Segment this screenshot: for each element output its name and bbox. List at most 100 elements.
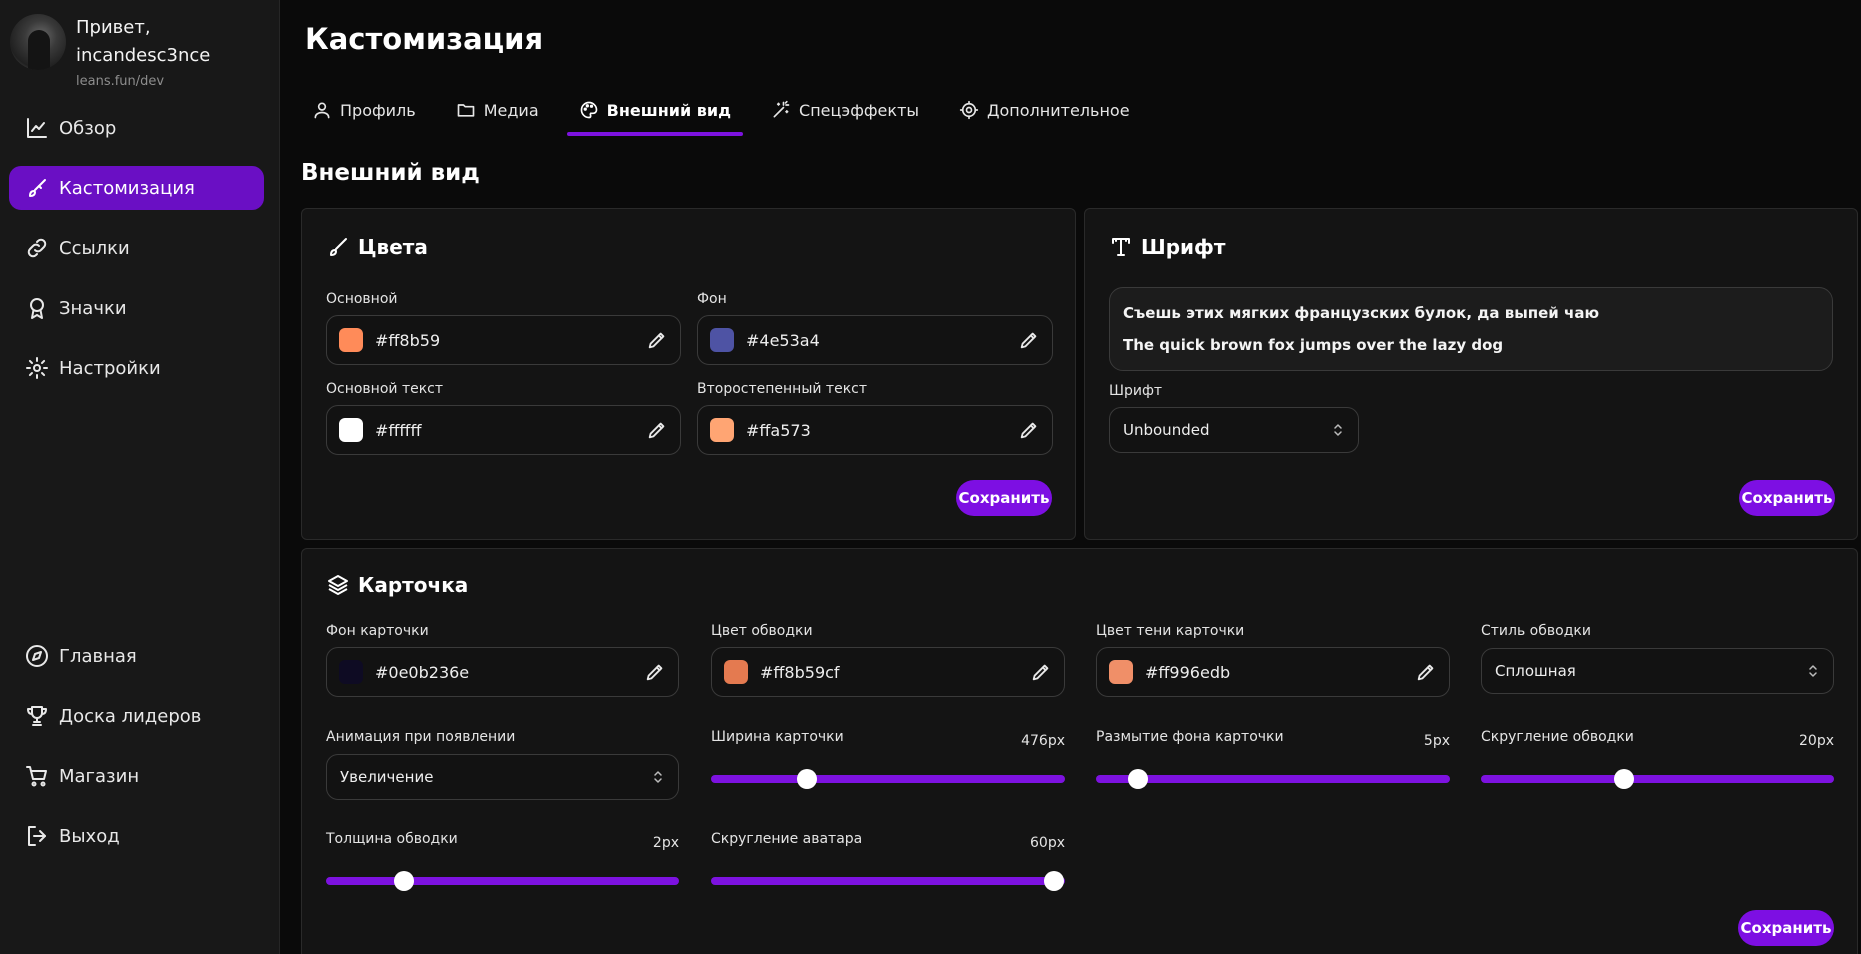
avatar-radius-slider[interactable] (711, 871, 1065, 891)
tab-media[interactable]: Медиа (444, 90, 551, 136)
chevron-up-down-icon (1330, 422, 1346, 438)
brush-icon (326, 235, 350, 259)
card-bg-color-field[interactable]: #0e0b236e (326, 647, 679, 697)
save-colors-button[interactable]: Сохранить (956, 480, 1052, 516)
sidebar-item-settings[interactable]: Настройки (9, 346, 264, 390)
tab-profile[interactable]: Профиль (300, 90, 428, 136)
border-style-label: Стиль обводки (1481, 623, 1591, 639)
color-swatch[interactable] (339, 418, 363, 442)
border-color-field[interactable]: #ff8b59cf (711, 647, 1065, 697)
username: incandesc3nce (76, 45, 211, 66)
greeting: Привет, (76, 17, 151, 38)
primary-text-color-label: Основной текст (326, 381, 444, 397)
pencil-icon[interactable] (1018, 329, 1040, 351)
slider-thumb[interactable] (1128, 769, 1149, 789)
background-color-field[interactable]: #4e53a4 (697, 315, 1053, 365)
pencil-icon[interactable] (1030, 661, 1052, 683)
bg-blur-slider[interactable] (1096, 769, 1450, 789)
tab-appearance[interactable]: Внешний вид (566, 90, 744, 136)
border-style-select[interactable]: Сплошная (1481, 648, 1834, 694)
sidebar-item-links[interactable]: Ссылки (9, 226, 264, 270)
font-select[interactable]: Unbounded (1109, 407, 1359, 453)
pencil-icon[interactable] (644, 661, 666, 683)
card-title-text: Карточка (358, 573, 469, 597)
cart-icon (25, 764, 49, 788)
profile-url[interactable]: leans.fun/dev (76, 74, 210, 89)
color-swatch[interactable] (339, 328, 363, 352)
card-width-slider[interactable] (711, 769, 1065, 789)
border-style-value: Сплошная (1495, 662, 1576, 680)
border-width-slider[interactable] (326, 871, 679, 891)
border-width-label: Толщина обводки (326, 831, 458, 847)
text-type-icon (1109, 235, 1133, 259)
avatar-radius-value: 60px (1030, 835, 1065, 851)
color-swatch[interactable] (339, 660, 363, 684)
slider-thumb[interactable] (1044, 871, 1065, 891)
sidebar-item-badges[interactable]: Значки (9, 286, 264, 330)
font-preview-ru: Съешь этих мягких французских булок, да … (1123, 304, 1600, 322)
sidebar-item-home[interactable]: Главная (9, 634, 264, 678)
color-hex-value: #ff8b59cf (760, 662, 840, 682)
sidebar-item-label: Обзор (59, 117, 117, 139)
pencil-icon[interactable] (646, 329, 668, 351)
font-card: Шрифт Съешь этих мягких французских було… (1084, 208, 1858, 540)
border-radius-slider[interactable] (1481, 769, 1834, 789)
tab-label: Дополнительное (987, 100, 1130, 120)
sidebar-item-logout[interactable]: Выход (9, 814, 264, 858)
color-swatch[interactable] (724, 660, 748, 684)
trophy-icon (25, 704, 49, 728)
animation-select[interactable]: Увеличение (326, 754, 679, 800)
save-font-button[interactable]: Сохранить (1739, 480, 1835, 516)
folder-icon (456, 100, 476, 120)
primary-color-label: Основной (326, 291, 398, 307)
primary-text-color-field[interactable]: #ffffff (326, 405, 681, 455)
sidebar-item-label: Доска лидеров (59, 705, 202, 727)
chevron-up-down-icon (650, 769, 666, 785)
secondary-text-color-field[interactable]: #ffa573 (697, 405, 1053, 455)
sidebar-item-customization[interactable]: Кастомизация (9, 166, 264, 210)
compass-icon (25, 644, 49, 668)
border-width-value: 2px (652, 835, 679, 851)
slider-thumb[interactable] (796, 769, 817, 789)
card-title: Шрифт (1109, 235, 1225, 259)
avatar[interactable] (10, 14, 66, 70)
sidebar-item-leaderboard[interactable]: Доска лидеров (9, 694, 264, 738)
pencil-icon[interactable] (1018, 419, 1040, 441)
slider-thumb[interactable] (1613, 769, 1634, 789)
save-card-button[interactable]: Сохранить (1738, 910, 1834, 946)
shadow-color-label: Цвет тени карточки (1096, 623, 1245, 639)
tab-effects[interactable]: Спецэффекты (759, 90, 931, 136)
chart-icon (25, 116, 49, 140)
font-select-label: Шрифт (1109, 383, 1163, 399)
tab-label: Спецэффекты (799, 100, 920, 120)
pencil-icon[interactable] (1415, 661, 1437, 683)
sidebar-item-shop[interactable]: Магазин (9, 754, 264, 798)
sidebar-item-label: Магазин (59, 765, 140, 787)
primary-color-field[interactable]: #ff8b59 (326, 315, 681, 365)
animation-label: Анимация при появлении (326, 729, 516, 745)
color-swatch[interactable] (1109, 660, 1133, 684)
tab-label: Профиль (340, 100, 416, 120)
slider-thumb[interactable] (393, 871, 414, 891)
color-hex-value: #0e0b236e (375, 662, 470, 682)
font-select-value: Unbounded (1123, 421, 1210, 439)
color-swatch[interactable] (710, 418, 734, 442)
sidebar-item-label: Ссылки (59, 237, 130, 259)
pencil-icon[interactable] (646, 419, 668, 441)
user-block: Привет, incandesc3nce leans.fun/dev (10, 14, 210, 89)
tab-bar: Профиль Медиа Внешний вид Спецэффекты До… (300, 90, 1158, 136)
card-title: Карточка (326, 573, 468, 597)
shadow-color-field[interactable]: #ff996edb (1096, 647, 1450, 697)
sidebar-nav-main: Обзор Кастомизация Ссылки Значки Настрой… (9, 106, 264, 406)
color-swatch[interactable] (710, 328, 734, 352)
sidebar-item-overview[interactable]: Обзор (9, 106, 264, 150)
tab-advanced[interactable]: Дополнительное (947, 90, 1142, 136)
card-bg-label: Фон карточки (326, 623, 429, 639)
border-radius-label: Скругление обводки (1481, 729, 1634, 745)
color-hex-value: #4e53a4 (746, 330, 820, 350)
tab-label: Медиа (483, 100, 539, 120)
palette-icon (579, 100, 599, 120)
card-width-label: Ширина карточки (711, 729, 844, 745)
magic-wand-icon (771, 100, 791, 120)
secondary-text-color-label: Второстепенный текст (697, 381, 867, 397)
